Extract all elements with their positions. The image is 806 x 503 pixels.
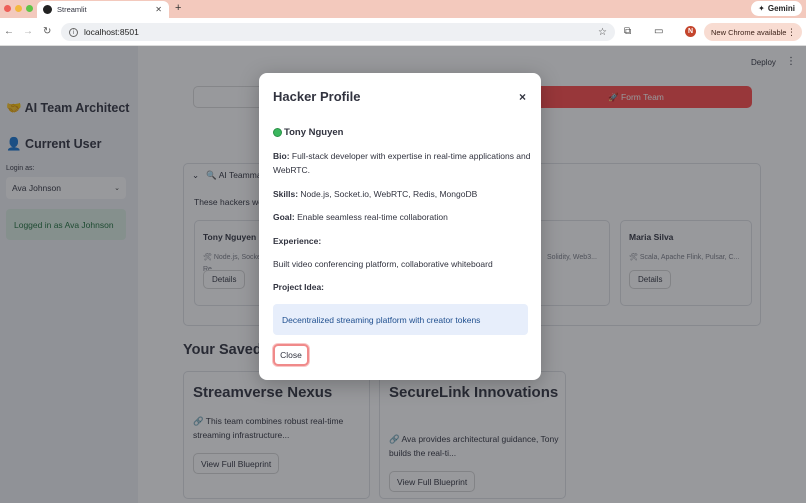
modal-title: Hacker Profile (273, 89, 361, 104)
experience-label: Experience: (273, 234, 531, 248)
skills-text: Node.js, Socket.io, WebRTC, Redis, Mongo… (300, 189, 478, 199)
goal-label: Goal: (273, 212, 295, 222)
address-bar[interactable]: i localhost:8501 ☆ (61, 23, 615, 41)
hacker-name-heading: Tony Nguyen (273, 127, 343, 138)
hacker-name: Tony Nguyen (284, 127, 344, 138)
project-label: Project Idea: (273, 280, 531, 294)
reload-icon[interactable]: ↻ (43, 26, 51, 37)
project-idea-box: Decentralized streaming platform with cr… (273, 304, 528, 335)
tab-close-icon[interactable]: ✕ (155, 5, 162, 14)
green-circle-icon (273, 128, 282, 137)
browser-tab[interactable]: Streamlit ✕ (37, 1, 169, 18)
experience-label-text: Experience: (273, 236, 322, 246)
sparkle-icon: ✦ (758, 4, 765, 13)
close-button[interactable]: Close (273, 344, 309, 366)
window-zoom-dot[interactable] (26, 5, 33, 12)
project-label-text: Project Idea: (273, 282, 325, 292)
streamlit-favicon-icon (43, 5, 52, 14)
goal-text: Enable seamless real-time collaboration (297, 212, 448, 222)
skills-label: Skills: (273, 189, 299, 199)
bio-text: Full-stack developer with expertise in r… (273, 151, 531, 175)
gemini-label: Gemini (767, 4, 795, 13)
forward-arrow-icon[interactable]: → (23, 26, 33, 37)
tab-title: Streamlit (57, 5, 87, 14)
gemini-button[interactable]: ✦ Gemini (751, 1, 802, 16)
browser-tab-strip: Streamlit ✕ + ✦ Gemini (0, 0, 806, 18)
window-close-dot[interactable] (4, 5, 11, 12)
chrome-menu-icon[interactable]: ⋮ (787, 27, 796, 38)
profile-avatar[interactable]: N (685, 26, 696, 37)
window-minimize-dot[interactable] (15, 5, 22, 12)
address-toolbar: ← → ↻ i localhost:8501 ☆ ⧉ ▭ N New Chrom… (0, 18, 806, 46)
cast-icon[interactable]: ▭ (654, 26, 663, 37)
extensions-puzzle-icon[interactable]: ⧉ (624, 26, 631, 37)
url-text: localhost:8501 (84, 27, 139, 37)
bookmark-star-icon[interactable]: ☆ (598, 27, 607, 38)
chrome-update-label: New Chrome available (711, 27, 787, 37)
close-icon[interactable]: × (519, 90, 526, 104)
experience-text: Built video conferencing platform, colla… (273, 259, 493, 269)
site-info-icon[interactable]: i (69, 27, 78, 37)
bio-row: Bio: Full-stack developer with expertise… (273, 149, 531, 177)
chrome-update-button[interactable]: New Chrome available ⋮ (704, 23, 802, 41)
hacker-profile-modal: Hacker Profile × Tony Nguyen Bio: Full-s… (259, 73, 541, 380)
skills-row: Skills: Node.js, Socket.io, WebRTC, Redi… (273, 187, 531, 201)
bio-label: Bio: (273, 151, 290, 161)
back-arrow-icon[interactable]: ← (4, 26, 14, 37)
goal-row: Goal: Enable seamless real-time collabor… (273, 210, 531, 224)
new-tab-button[interactable]: + (175, 2, 181, 14)
